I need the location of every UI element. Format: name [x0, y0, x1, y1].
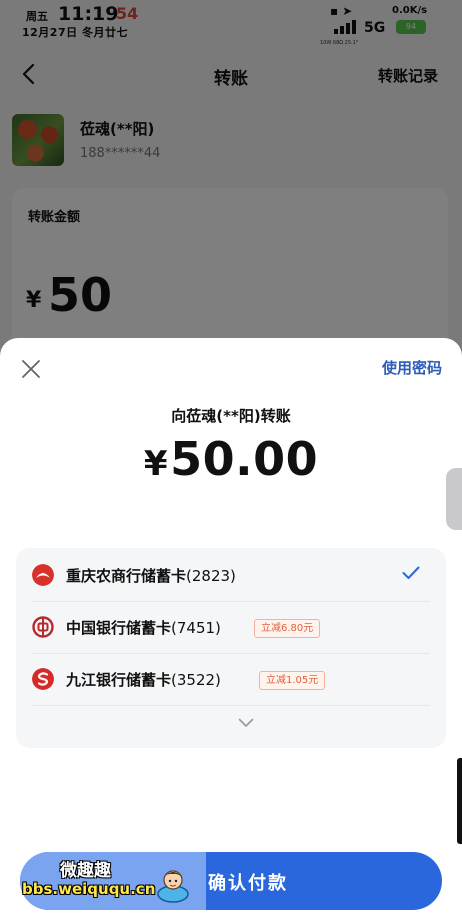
divider: [32, 705, 430, 706]
boc-logo-icon: [32, 616, 54, 638]
check-icon: [402, 566, 420, 579]
jjccb-logo-icon: [32, 668, 54, 690]
sheet-title: 向莅魂(**阳)转账: [171, 407, 291, 425]
promo-tag: 立减6.80元: [254, 619, 321, 638]
mascot-icon: [157, 870, 189, 903]
card-bank-name: 九江银行储蓄卡: [66, 671, 172, 689]
card-number: (3522): [171, 671, 221, 689]
card-label: 中国银行储蓄卡(7451): [66, 617, 221, 638]
card-option-cqrcb[interactable]: 重庆农商行储蓄卡(2823): [16, 550, 446, 602]
watermark-url: bbs.weiququ.cn: [22, 880, 156, 898]
card-number: (7451): [171, 619, 221, 637]
payment-amount: ¥50.00: [0, 432, 462, 486]
payment-card-list: 重庆农商行储蓄卡(2823) 中国银行储蓄卡(7451) 立减6.80元 九江银…: [16, 548, 446, 748]
side-floating-tab[interactable]: [446, 468, 462, 530]
card-option-boc[interactable]: 中国银行储蓄卡(7451) 立减6.80元: [16, 602, 446, 654]
cqrcb-logo-icon: [32, 564, 54, 586]
confirm-payment-label: 确认付款: [208, 873, 288, 894]
close-icon[interactable]: [20, 358, 42, 380]
payment-amount-value: 50.00: [170, 432, 319, 486]
card-label: 九江银行储蓄卡(3522): [66, 669, 221, 690]
card-bank-name: 重庆农商行储蓄卡: [66, 567, 187, 585]
promo-tag: 立减1.05元: [259, 671, 326, 690]
card-option-jjccb[interactable]: 九江银行储蓄卡(3522) 立减1.05元: [16, 654, 446, 706]
edge-handle: [457, 758, 462, 844]
card-label: 重庆农商行储蓄卡(2823): [66, 565, 236, 586]
card-number: (2823): [186, 567, 236, 585]
chevron-down-icon[interactable]: [238, 718, 254, 728]
watermark-text: 微趣趣: [60, 861, 111, 881]
card-bank-name: 中国银行储蓄卡: [66, 619, 172, 637]
use-password-link[interactable]: 使用密码: [382, 357, 442, 378]
payment-currency: ¥: [143, 444, 169, 484]
